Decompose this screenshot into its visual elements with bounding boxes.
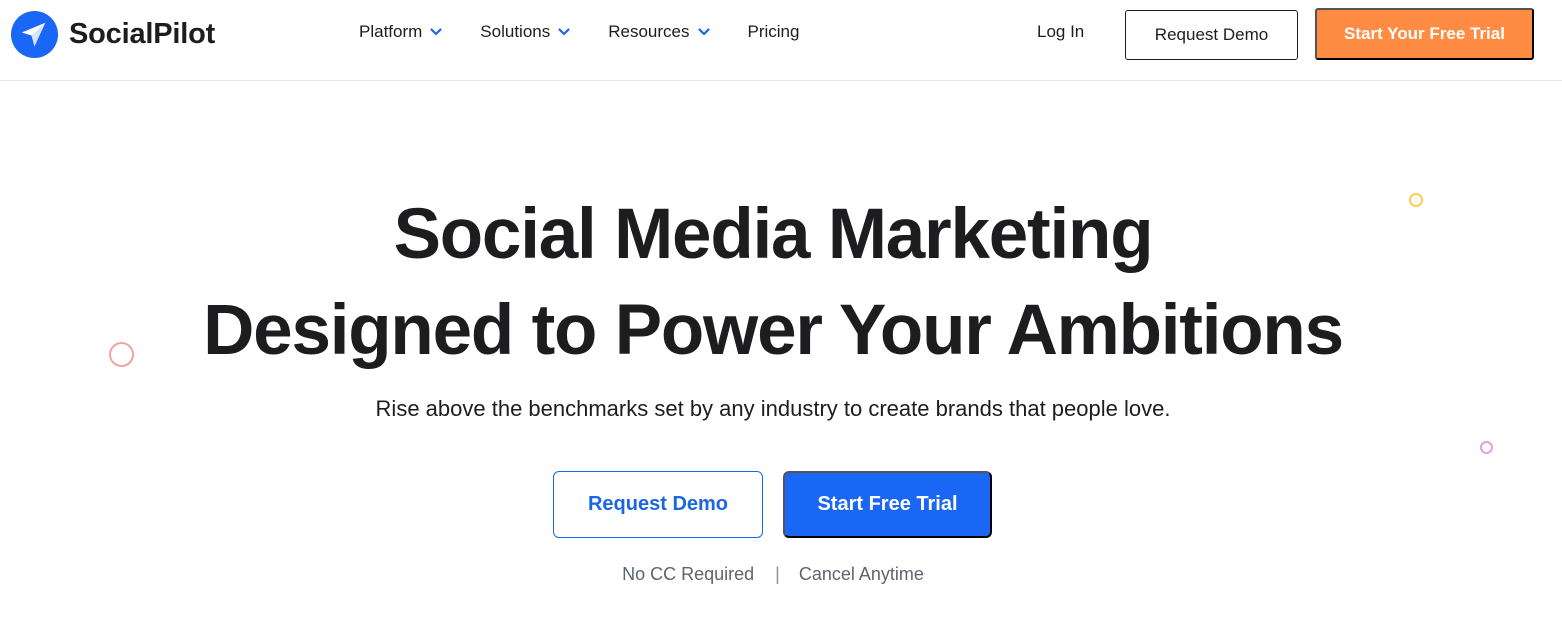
site-header: SocialPilot Platform Solutions Resources…	[0, 0, 1562, 81]
note-separator: |	[775, 564, 780, 584]
hero-title-line-2: Designed to Power Your Ambitions	[203, 291, 1344, 370]
header-request-demo-button[interactable]: Request Demo	[1125, 10, 1298, 60]
nav-item-platform[interactable]: Platform	[359, 22, 442, 42]
brand-logo-link[interactable]: SocialPilot	[10, 9, 215, 59]
nav-item-label: Solutions	[480, 22, 551, 41]
header-free-trial-button[interactable]: Start Your Free Trial	[1315, 8, 1534, 60]
main-nav: Platform Solutions Resources Pricing	[359, 20, 799, 44]
nav-item-pricing[interactable]: Pricing	[748, 22, 800, 42]
nav-item-label: Pricing	[747, 22, 800, 41]
login-link[interactable]: Log In	[1037, 22, 1084, 42]
chevron-down-icon	[697, 28, 710, 36]
chevron-down-icon	[430, 28, 442, 36]
paper-plane-logo-icon	[10, 10, 59, 58]
note-no-cc: No CC Required	[622, 564, 755, 584]
note-cancel-anytime: Cancel Anytime	[798, 564, 924, 584]
decorative-circle	[1480, 441, 1493, 454]
nav-item-solutions[interactable]: Solutions	[480, 22, 570, 42]
nav-item-label: Resources	[608, 22, 690, 41]
hero-title: Social Media Marketing Designed to Power…	[0, 187, 1546, 379]
hero-title-line-1: Social Media Marketing	[393, 195, 1154, 274]
request-demo-button[interactable]: Request Demo	[553, 471, 763, 538]
start-free-trial-button[interactable]: Start Free Trial	[783, 471, 992, 538]
nav-item-label: Platform	[359, 22, 423, 41]
hero-subtitle: Rise above the benchmarks set by any ind…	[375, 396, 1171, 421]
trial-notes: No CC Required | Cancel Anytime	[0, 564, 1546, 585]
nav-item-resources[interactable]: Resources	[608, 22, 710, 42]
chevron-down-icon	[558, 28, 570, 36]
brand-name: SocialPilot	[69, 17, 216, 50]
